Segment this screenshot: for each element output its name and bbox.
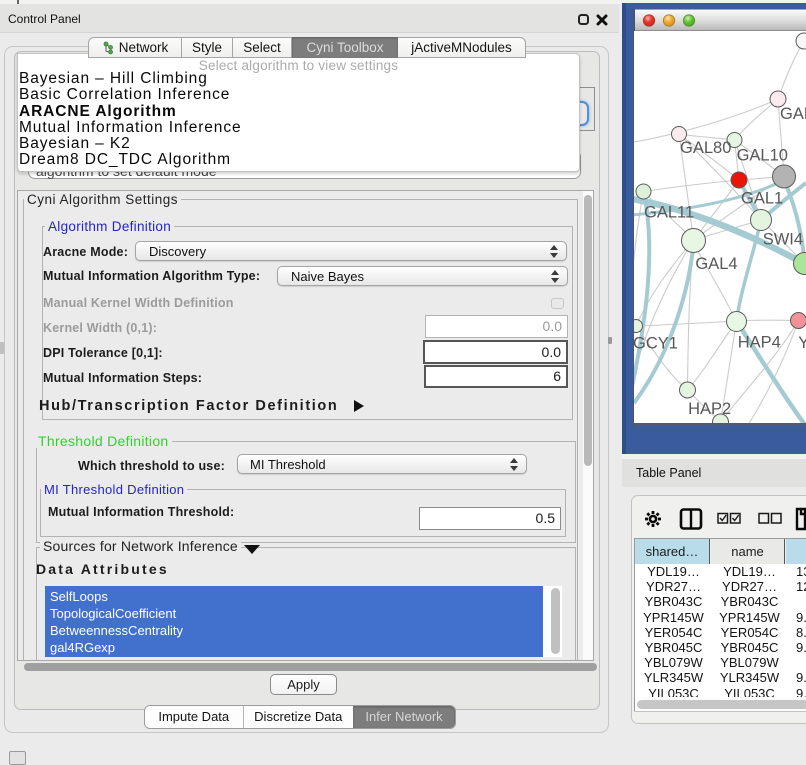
svg-text:SWI4: SWI4 — [763, 231, 803, 249]
svg-text:GAL80: GAL80 — [680, 139, 731, 157]
svg-text:GCY1: GCY1 — [634, 335, 678, 353]
svg-text:HAP2: HAP2 — [688, 400, 731, 418]
svg-text:GAL1: GAL1 — [741, 190, 783, 208]
svg-text:GAL11: GAL11 — [644, 204, 694, 222]
svg-text:GAL4: GAL4 — [695, 255, 737, 273]
svg-text:GAL10: GAL10 — [737, 147, 788, 165]
svg-text:YEL: YEL — [798, 334, 806, 352]
svg-text:GAL7: GAL7 — [780, 105, 806, 123]
svg-text:HAP4: HAP4 — [738, 334, 781, 352]
